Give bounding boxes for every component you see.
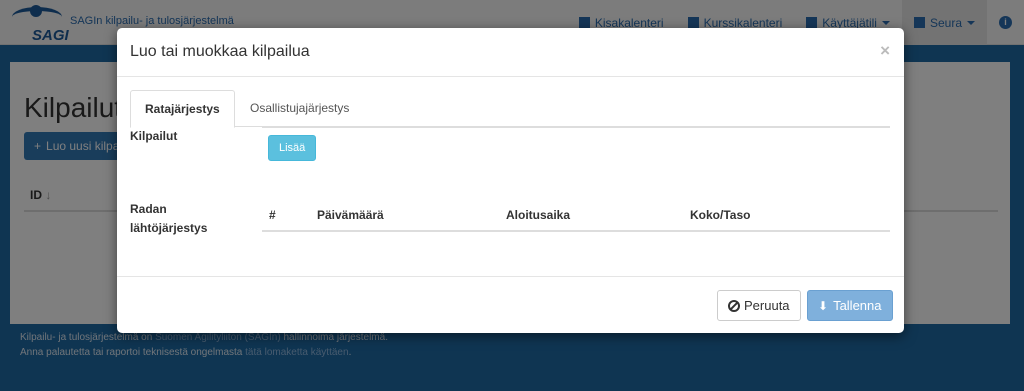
save-label: Tallenna: [833, 298, 882, 313]
download-icon: ⬇: [818, 298, 829, 313]
modal-tabs: Ratajärjestys Osallistujajärjestys: [130, 90, 890, 128]
modal-header: Luo tai muokkaa kilpailua ×: [117, 28, 904, 77]
competitions-label: Kilpailut: [130, 129, 178, 143]
ban-icon: [728, 299, 740, 312]
edit-competition-modal: Luo tai muokkaa kilpailua × Ratajärjesty…: [117, 28, 904, 333]
save-button[interactable]: ⬇ Tallenna: [807, 290, 893, 321]
column-header-number: #: [269, 208, 276, 222]
cancel-label: Peruuta: [744, 298, 790, 313]
modal-title: Luo tai muokkaa kilpailua: [130, 43, 310, 60]
modal-footer: Peruuta ⬇ Tallenna: [117, 276, 904, 333]
tab-ratajarjestys[interactable]: Ratajärjestys: [130, 90, 235, 128]
cancel-button[interactable]: Peruuta: [717, 290, 801, 321]
tab-osallistujajarjestys[interactable]: Osallistujajärjestys: [236, 90, 363, 127]
section-divider: [262, 127, 890, 128]
close-icon[interactable]: ×: [880, 41, 890, 61]
column-header-start-time: Aloitusaika: [506, 208, 571, 222]
start-order-table-header: # Päivämäärä Aloitusaika Koko/Taso: [262, 203, 890, 232]
column-header-size-level: Koko/Taso: [690, 208, 751, 222]
start-order-label: Radan lähtöjärjestys: [130, 202, 208, 235]
column-header-date: Päivämäärä: [317, 208, 384, 222]
add-button[interactable]: Lisää: [268, 135, 317, 161]
